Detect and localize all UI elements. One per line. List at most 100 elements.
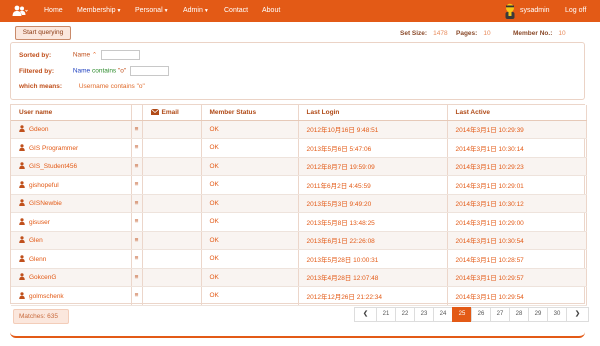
details-icon[interactable]: ≡ (131, 212, 143, 232)
page-21[interactable]: 21 (376, 307, 396, 322)
nav-admin[interactable]: Admin▼ (183, 7, 209, 14)
username[interactable]: Glen (29, 237, 43, 244)
last-active-cell: 2014年3月1日 10:29:54 (447, 286, 587, 306)
username-cell[interactable]: GISNewbie (11, 194, 132, 213)
table-row[interactable]: GIS Programmer ≡ OK 2013年5月6日 5:47:06 2014年3… (11, 138, 587, 158)
caret-down-icon: ▼ (163, 8, 169, 14)
table-row[interactable]: gishopeful ≡ OK 2011年6月2日 4:45:59 2014年3月1日 … (11, 175, 587, 195)
table-row[interactable]: golmschenk ≡ OK 2012年12月26日 21:22:34 2014年3月… (11, 286, 587, 306)
table-row[interactable]: Glen ≡ OK 2013年6月1日 22:26:08 2014年3月1日 10:30… (11, 231, 587, 250)
status-cell: OK (201, 249, 299, 269)
status-cell: OK (201, 194, 299, 213)
last-login-cell: 2013年4月28日 12:07:48 (298, 268, 448, 287)
user-icon (19, 143, 25, 151)
username-cell[interactable]: golmschenk (11, 286, 132, 306)
page-28[interactable]: 28 (509, 307, 529, 322)
table-row[interactable]: Gdeon ≡ OK 2012年10月16日 9:48:51 2014年3月1日 10:… (11, 120, 587, 139)
details-icon[interactable]: ≡ (131, 157, 143, 176)
table-row[interactable]: GIS_Student456 ≡ OK 2012年8月7日 19:59:09 2014年… (11, 157, 587, 176)
email-cell (142, 157, 202, 176)
col-last-login[interactable]: Last Login (298, 105, 448, 121)
username-cell[interactable]: gisuser (11, 212, 132, 232)
details-icon[interactable]: ≡ (131, 231, 143, 250)
chevron-right-icon[interactable]: ❯ (566, 307, 589, 322)
sorted-by-label: Sorted by: (19, 51, 52, 59)
email-cell (142, 138, 202, 158)
username[interactable]: golmschenk (29, 293, 64, 300)
user-icon (19, 162, 25, 170)
col-member-status[interactable]: Member Status (201, 105, 299, 121)
last-login-cell: 2013年5月6日 5:47:06 (298, 138, 448, 158)
page-23[interactable]: 23 (414, 307, 434, 322)
pages-value: 10 (483, 30, 491, 37)
col-email[interactable]: Email (142, 105, 202, 121)
current-user[interactable]: sysadmin (520, 7, 550, 14)
page-22[interactable]: 22 (395, 307, 415, 322)
member-no-label: Member No.: (513, 30, 553, 37)
nav-membership[interactable]: Membership▼ (77, 7, 121, 14)
page-24[interactable]: 24 (433, 307, 453, 322)
username-cell[interactable]: GIS_Student456 (11, 157, 132, 176)
email-cell (142, 120, 202, 139)
nav-about[interactable]: About (262, 7, 280, 14)
avatar[interactable] (503, 3, 517, 19)
sorted-by-row: Sorted by: Name ⌃ (19, 50, 140, 60)
page-30[interactable]: 30 (547, 307, 567, 322)
users-icon[interactable] (12, 5, 28, 17)
table-row[interactable]: Glenn ≡ OK 2013年5月28日 10:00:31 2014年3月1日 10:… (11, 249, 587, 269)
logoff-link[interactable]: Log off (565, 7, 586, 14)
nav-admin-label: Admin (183, 7, 203, 14)
details-icon[interactable]: ≡ (131, 175, 143, 195)
sort-input[interactable] (100, 50, 140, 60)
details-icon[interactable]: ≡ (131, 194, 143, 213)
username[interactable]: Glenn (29, 256, 46, 263)
col-spacer (131, 105, 143, 121)
nav-home[interactable]: Home (44, 7, 63, 14)
username[interactable]: GokcenG (29, 274, 56, 281)
filter-input[interactable] (130, 66, 170, 76)
page-27[interactable]: 27 (490, 307, 510, 322)
set-size-value: 1478 (433, 30, 448, 37)
username-cell[interactable]: Gdeon (11, 120, 132, 139)
filter-panel: Sorted by: Name ⌃ Filtered by: Name cont… (10, 42, 585, 100)
email-cell (142, 175, 202, 195)
username-cell[interactable]: gishopeful (11, 175, 132, 195)
email-cell (142, 249, 202, 269)
user-icon (19, 180, 25, 188)
details-icon[interactable]: ≡ (131, 286, 143, 306)
details-icon[interactable]: ≡ (131, 268, 143, 287)
username[interactable]: GIS Programmer (29, 145, 78, 152)
sort-up-icon[interactable]: ⌃ (92, 53, 97, 59)
col-username[interactable]: User name (11, 105, 132, 121)
page-25[interactable]: 25 (452, 307, 472, 322)
table-row[interactable]: GokcenG ≡ OK 2013年4月28日 12:07:48 2014年3月1日 1… (11, 268, 587, 287)
username[interactable]: GISNewbie (29, 200, 62, 207)
details-icon[interactable]: ≡ (131, 138, 143, 158)
username-cell[interactable]: GIS Programmer (11, 138, 132, 158)
last-login-cell: 2013年5月28日 10:00:31 (298, 249, 448, 269)
page-29[interactable]: 29 (528, 307, 548, 322)
last-login-cell: 2012年12月26日 21:22:34 (298, 286, 448, 306)
status-cell: OK (201, 212, 299, 232)
table-row[interactable]: GISNewbie ≡ OK 2013年5月3日 9:49:20 2014年3月1日 1… (11, 194, 587, 213)
details-icon[interactable]: ≡ (131, 120, 143, 139)
nav-personal[interactable]: Personal▼ (135, 7, 169, 14)
filter-field: Name (72, 67, 91, 75)
page-26[interactable]: 26 (471, 307, 491, 322)
username-cell[interactable]: Glenn (11, 249, 132, 269)
username[interactable]: gishopeful (29, 182, 59, 189)
chevron-left-icon[interactable]: ❮ (354, 307, 377, 322)
username[interactable]: Gdeon (29, 126, 49, 133)
username[interactable]: GIS_Student456 (29, 163, 77, 170)
filtered-by-row: Filtered by: Name contains "o" (19, 66, 170, 76)
start-querying-button[interactable]: Start querying (15, 26, 71, 40)
username-cell[interactable]: Glen (11, 231, 132, 250)
details-icon[interactable]: ≡ (131, 249, 143, 269)
last-login-cell: 2013年6月1日 22:26:08 (298, 231, 448, 250)
username-cell[interactable]: GokcenG (11, 268, 132, 287)
table-row[interactable]: gisuser ≡ OK 2013年5月8日 13:48:25 2014年3月1日 10… (11, 212, 587, 232)
nav-contact-label: Contact (224, 7, 249, 14)
nav-contact[interactable]: Contact (224, 7, 248, 14)
col-last-active[interactable]: Last Active (447, 105, 587, 121)
username[interactable]: gisuser (29, 219, 50, 226)
